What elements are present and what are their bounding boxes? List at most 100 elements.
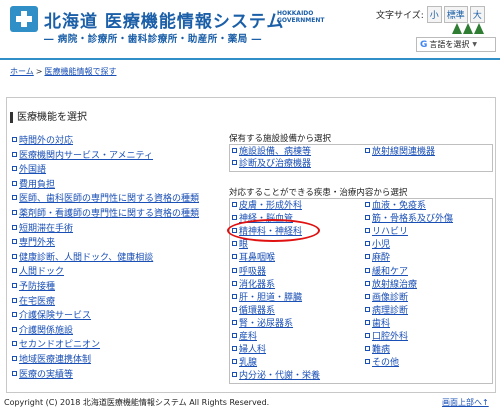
disease-link[interactable]: 難病 bbox=[372, 345, 390, 355]
function-link[interactable]: セカンドオピニオン bbox=[19, 340, 100, 350]
font-size-switcher: 文字サイズ: 小 標準 大 bbox=[376, 5, 496, 23]
list-item: 医療の実績等 bbox=[12, 368, 199, 383]
font-size-small-button[interactable]: 小 bbox=[426, 5, 442, 23]
facilities-group-title: 保有する施設設備から選択 bbox=[229, 134, 332, 144]
site-title-en: HOKKAIDO GOVERNMENT bbox=[277, 10, 325, 24]
disease-link[interactable]: 口腔外科 bbox=[372, 332, 408, 342]
square-bullet-icon bbox=[12, 370, 17, 376]
disease-link[interactable]: 循環器系 bbox=[239, 306, 275, 316]
square-bullet-icon bbox=[365, 215, 370, 221]
disease-link[interactable]: 婦人科 bbox=[239, 345, 266, 355]
square-bullet-icon bbox=[365, 359, 370, 365]
site-subtitle: ― 病院・診療所・歯科診療所・助産所・薬局 ― bbox=[44, 34, 262, 45]
breadcrumb-current-link[interactable]: 医療機能情報で探す bbox=[44, 67, 116, 76]
section-title: 医療機能を選択 bbox=[10, 112, 87, 123]
square-bullet-icon bbox=[232, 293, 237, 299]
function-link[interactable]: 介護関係施設 bbox=[19, 326, 73, 336]
disease-item: 婦人科 bbox=[232, 344, 266, 356]
square-bullet-icon bbox=[12, 253, 17, 259]
copyright-text: Copyright (C) 2018 北海道医療機能情報システム All Rig… bbox=[4, 398, 270, 407]
function-link[interactable]: 費用負担 bbox=[19, 180, 55, 190]
font-size-large-button[interactable]: 大 bbox=[469, 5, 485, 23]
disease-link[interactable]: 血液・免疫系 bbox=[372, 201, 426, 211]
function-link[interactable]: 時間外の対応 bbox=[19, 136, 73, 146]
disease-link[interactable]: 耳鼻咽喉 bbox=[239, 253, 275, 263]
translate-selector[interactable]: G 言語を選択 ▼ bbox=[416, 37, 496, 52]
breadcrumb: ホーム > 医療機能情報で探す bbox=[10, 66, 116, 77]
function-link[interactable]: 人間ドック bbox=[19, 267, 64, 277]
facility-item: 放射線関連機器 bbox=[365, 146, 435, 158]
facility-link[interactable]: 施設設備、病棟等 bbox=[239, 147, 311, 157]
square-bullet-icon bbox=[12, 326, 17, 332]
function-link[interactable]: 健康診断、人間ドック、健康相談 bbox=[19, 253, 153, 263]
function-link[interactable]: 外国語 bbox=[19, 165, 46, 175]
disease-link[interactable]: 麻酔 bbox=[372, 253, 390, 263]
disease-link[interactable]: 病理診断 bbox=[372, 306, 408, 316]
list-item: 医師、歯科医師の専門性に関する資格の種類 bbox=[12, 192, 199, 207]
function-link[interactable]: 地域医療連携体制 bbox=[19, 355, 91, 365]
disease-item: 循環器系 bbox=[232, 305, 275, 317]
square-bullet-icon bbox=[12, 224, 17, 230]
font-size-standard-button[interactable]: 標準 bbox=[443, 5, 468, 23]
disease-link[interactable]: 内分泌・代謝・栄養 bbox=[239, 371, 320, 381]
disease-link[interactable]: 呼吸器 bbox=[239, 267, 266, 277]
disease-link[interactable]: 筋・骨格系及び外傷 bbox=[372, 214, 453, 224]
square-bullet-icon bbox=[365, 319, 370, 325]
list-item: 薬剤師・看護師の専門性に関する資格の種類 bbox=[12, 207, 199, 222]
disease-link[interactable]: 腎・泌尿器系 bbox=[239, 319, 293, 329]
disease-item: 筋・骨格系及び外傷 bbox=[365, 213, 453, 225]
disease-item: 口腔外科 bbox=[365, 331, 408, 343]
function-link[interactable]: 薬剤師・看護師の専門性に関する資格の種類 bbox=[19, 209, 199, 219]
disease-link[interactable]: 画像診断 bbox=[372, 293, 408, 303]
medical-function-list: 時間外の対応 医療機関内サービス・アメニティ 外国語 費用負担 医師、歯科医師の… bbox=[12, 134, 199, 382]
square-bullet-icon bbox=[232, 306, 237, 312]
disease-link[interactable]: 乳腺 bbox=[239, 358, 257, 368]
square-bullet-icon bbox=[365, 148, 370, 153]
chevron-down-icon: ▼ bbox=[472, 41, 478, 48]
square-bullet-icon bbox=[365, 267, 370, 273]
back-to-top-link[interactable]: 画面上部へ↑ bbox=[442, 397, 489, 408]
list-item: 時間外の対応 bbox=[12, 134, 199, 149]
disease-link[interactable]: 緩和ケア bbox=[372, 267, 408, 277]
square-bullet-icon bbox=[12, 209, 17, 215]
site-header: 北海道 医療機能情報システム HOKKAIDO GOVERNMENT ― 病院・… bbox=[0, 0, 500, 60]
disease-link[interactable]: リハビリ bbox=[372, 227, 408, 237]
disease-item: リハビリ bbox=[365, 226, 408, 238]
function-link[interactable]: 在宅医療 bbox=[19, 297, 55, 307]
disease-link[interactable]: 放射線治療 bbox=[372, 280, 417, 290]
disease-link[interactable]: 皮膚・形成外科 bbox=[239, 201, 302, 211]
disease-link[interactable]: 眼 bbox=[239, 240, 248, 250]
function-link[interactable]: 医師、歯科医師の専門性に関する資格の種類 bbox=[19, 194, 199, 204]
site-title[interactable]: 北海道 医療機能情報システム bbox=[44, 7, 284, 32]
disease-item: 眼 bbox=[232, 239, 248, 251]
facility-link[interactable]: 放射線関連機器 bbox=[372, 147, 435, 157]
google-g-icon: G bbox=[420, 39, 428, 50]
disease-link[interactable]: その他 bbox=[372, 358, 399, 368]
disease-link[interactable]: 肝・胆道・膵臓 bbox=[239, 293, 302, 303]
list-item: 在宅医療 bbox=[12, 295, 199, 310]
disease-link[interactable]: 歯科 bbox=[372, 319, 390, 329]
header-divider bbox=[0, 58, 500, 60]
disease-link[interactable]: 産科 bbox=[239, 332, 257, 342]
square-bullet-icon bbox=[365, 293, 370, 299]
facility-link[interactable]: 診断及び治療機器 bbox=[239, 159, 311, 169]
square-bullet-icon bbox=[12, 282, 17, 288]
disease-item: 産科 bbox=[232, 331, 257, 343]
square-bullet-icon bbox=[232, 346, 237, 352]
square-bullet-icon bbox=[12, 297, 17, 303]
list-item: 地域医療連携体制 bbox=[12, 353, 199, 368]
diseases-group-title: 対応することができる疾患・治療内容から選択 bbox=[229, 188, 408, 198]
list-item: 医療機関内サービス・アメニティ bbox=[12, 149, 199, 164]
disease-item: 皮膚・形成外科 bbox=[232, 200, 302, 212]
function-link[interactable]: 介護保険サービス bbox=[19, 311, 91, 321]
function-link[interactable]: 予防接種 bbox=[19, 282, 55, 292]
breadcrumb-home-link[interactable]: ホーム bbox=[10, 67, 34, 76]
function-link[interactable]: 短期滞在手術 bbox=[19, 224, 73, 234]
function-link[interactable]: 医療の実績等 bbox=[19, 370, 73, 380]
disease-link[interactable]: 小児 bbox=[372, 240, 390, 250]
tree-decoration-icon bbox=[452, 23, 494, 48]
function-link[interactable]: 専門外来 bbox=[19, 238, 55, 248]
disease-link[interactable]: 消化器系 bbox=[239, 280, 275, 290]
square-bullet-icon bbox=[365, 254, 370, 260]
function-link[interactable]: 医療機関内サービス・アメニティ bbox=[19, 151, 153, 161]
